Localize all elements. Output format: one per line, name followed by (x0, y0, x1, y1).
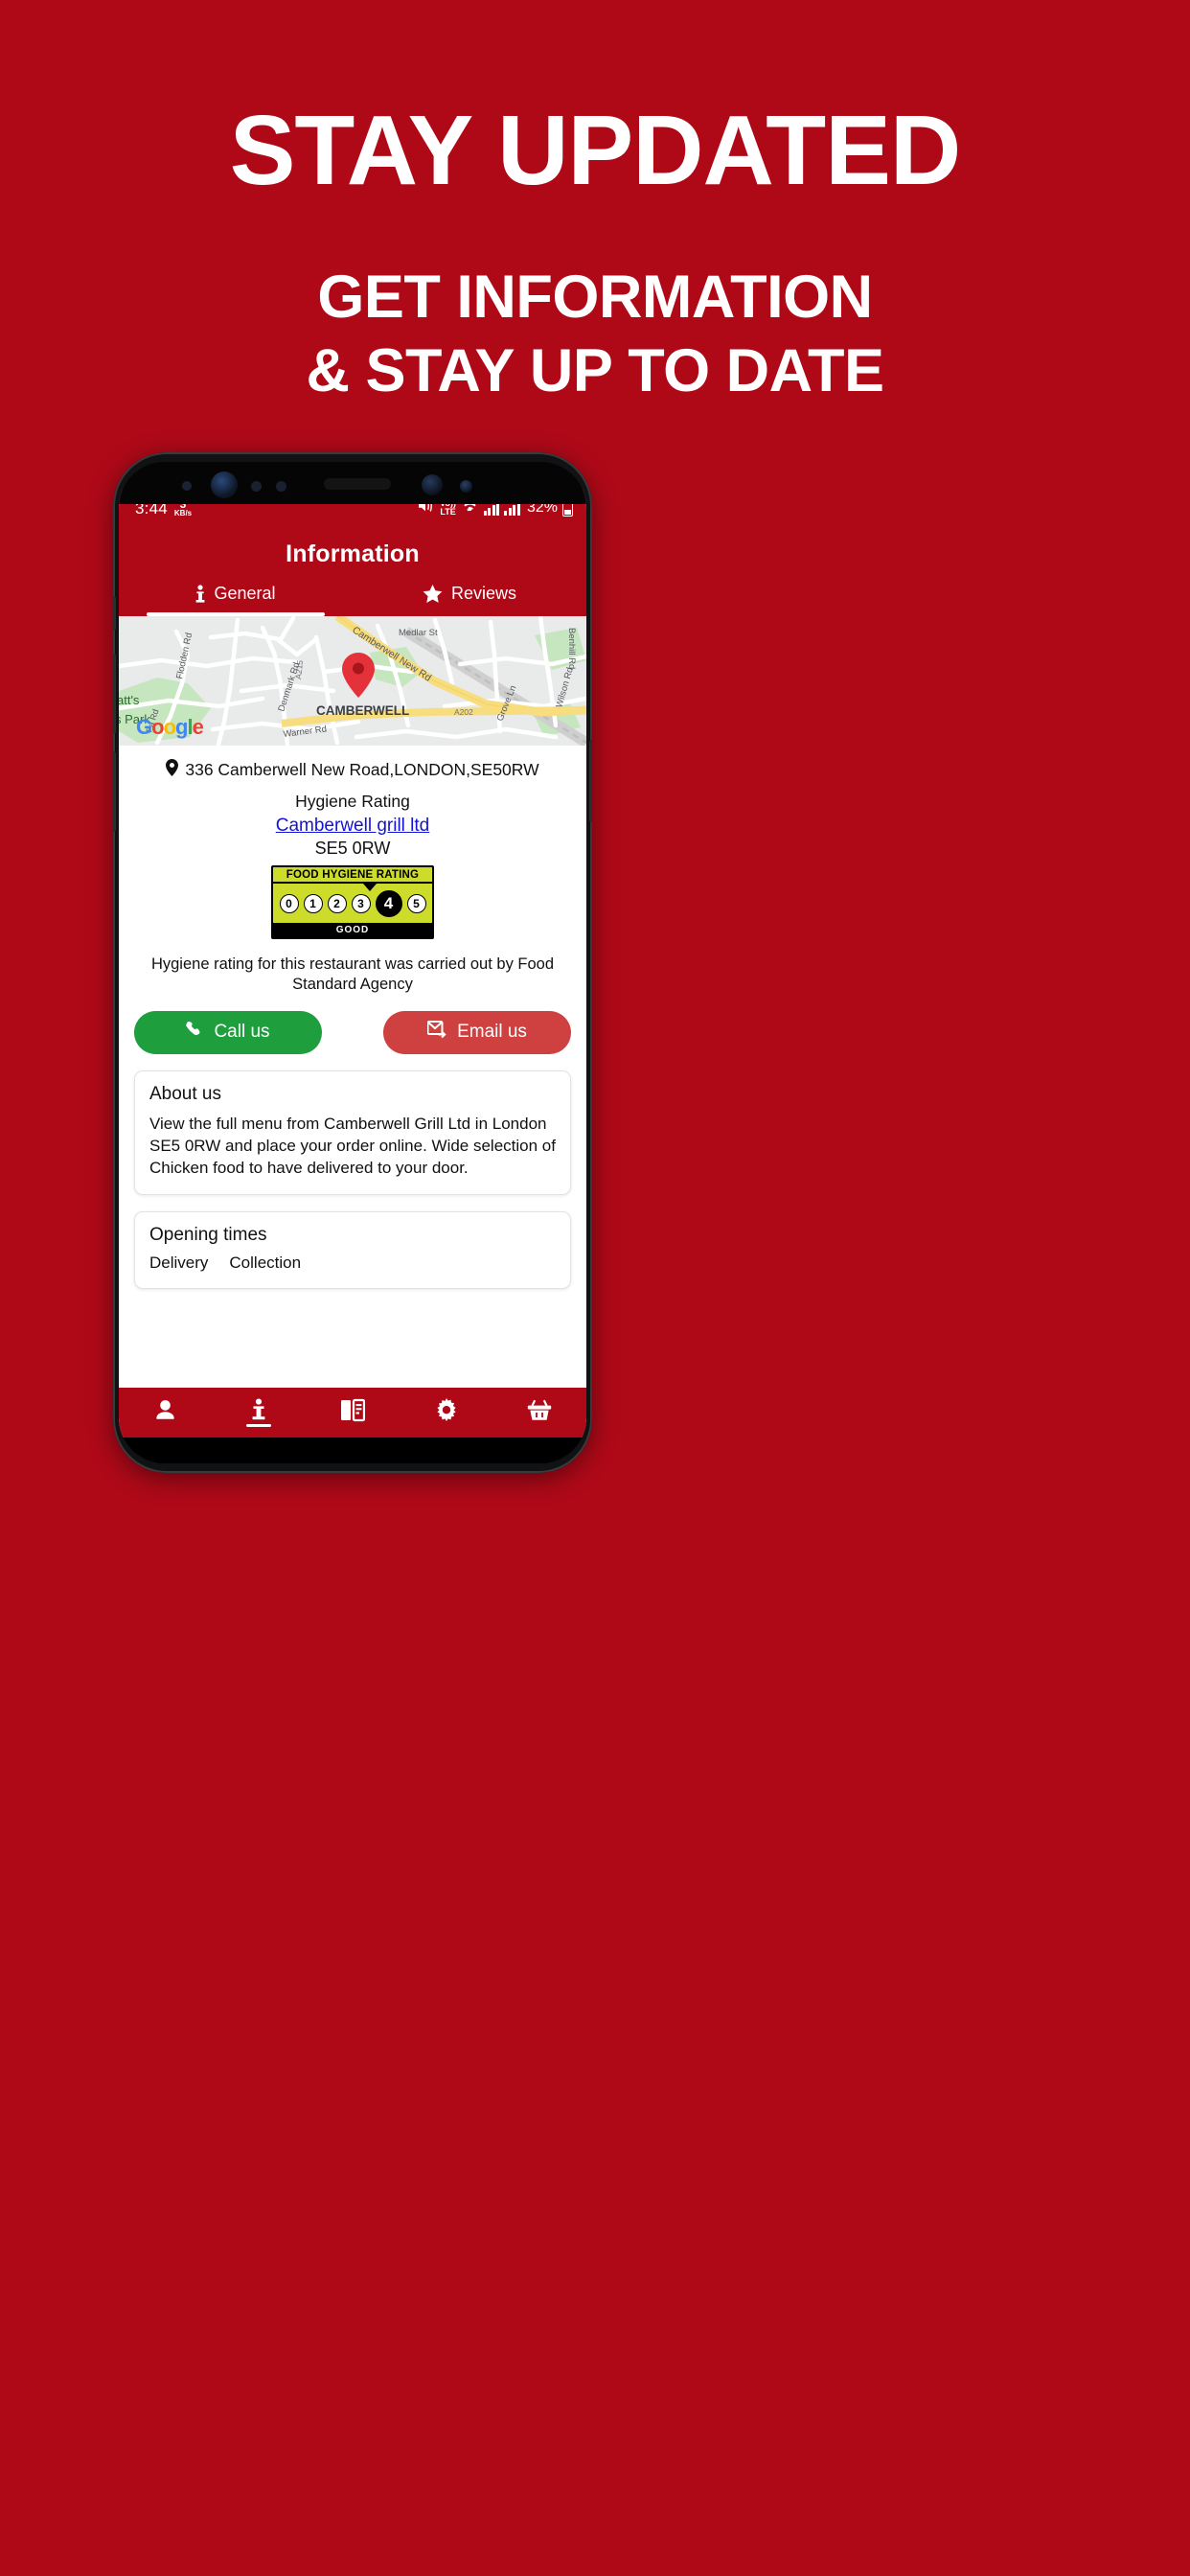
fhrs-score-5: 5 (406, 894, 426, 913)
nav-active-indicator (246, 1424, 272, 1427)
phone-button-bixby[interactable] (113, 596, 116, 631)
google-logo: Google (136, 715, 204, 739)
promo-subtitle-line-2: & STAY UP TO DATE (306, 336, 884, 404)
data-speed-unit: KB/s (173, 508, 193, 518)
menu-book-icon (340, 1398, 366, 1427)
svg-text:Benhill Rd: Benhill Rd (566, 628, 577, 669)
tab-bar: General Reviews (119, 584, 586, 616)
nav-item-settings[interactable] (400, 1388, 493, 1438)
star-icon (423, 584, 443, 604)
email-us-button[interactable]: Email us (383, 1010, 571, 1054)
tab-reviews-label: Reviews (450, 584, 517, 603)
fhrs-score-4-selected: 4 (375, 890, 402, 917)
address-row: 336 Camberwell New Road,LONDON,SE50RW (119, 746, 586, 781)
nav-item-basket[interactable] (492, 1388, 586, 1438)
nav-item-account[interactable] (119, 1388, 213, 1438)
opening-times-card: Opening times Delivery Collection (134, 1211, 571, 1290)
app-bar: Information General Reviews (119, 527, 586, 616)
info-icon (195, 584, 205, 604)
gear-icon (434, 1397, 459, 1428)
basket-icon (527, 1398, 552, 1427)
fhrs-score-0: 0 (279, 894, 299, 913)
fhrs-scores: 0 1 2 3 4 5 (273, 884, 432, 923)
fhrs-score-3: 3 (351, 894, 371, 913)
business-postcode: SE5 0RW (314, 839, 391, 858)
tab-reviews[interactable]: Reviews (353, 584, 586, 616)
promo-subtitle: GET INFORMATION & STAY UP TO DATE (0, 261, 1190, 408)
phone-mockup: 3:44 3 KB/s Vo)) LTE (113, 452, 592, 1473)
page-title: Information (286, 540, 420, 567)
tab-general[interactable]: General (119, 584, 353, 616)
business-name-link[interactable]: Camberwell grill ltd (119, 816, 586, 837)
svg-text:Medlar St: Medlar St (399, 628, 438, 638)
tab-general-label: General (214, 584, 276, 603)
about-us-body: View the full menu from Camberwell Grill… (149, 1114, 556, 1178)
sensor-icon (182, 481, 192, 491)
phone-button-volume-up[interactable] (113, 654, 116, 734)
email-us-label: Email us (457, 1022, 527, 1043)
front-camera-icon (211, 472, 238, 498)
bottom-navigation (119, 1388, 586, 1438)
fhrs-score-1: 1 (303, 894, 323, 913)
call-us-label: Call us (214, 1022, 270, 1043)
about-us-heading: About us (149, 1083, 221, 1104)
phone-top-bezel (119, 462, 586, 504)
promo-title: STAY UPDATED (229, 95, 962, 205)
hygiene-rating-label: Hygiene Rating (295, 792, 410, 811)
opening-times-heading: Opening times (149, 1225, 267, 1246)
secondary-camera-icon (422, 474, 443, 495)
earpiece-speaker-icon (324, 478, 391, 490)
fhrs-footer: GOOD (273, 923, 432, 937)
information-content: 336 Camberwell New Road,LONDON,SE50RW Hy… (119, 746, 586, 1290)
opening-tab-collection[interactable]: Collection (229, 1254, 301, 1273)
opening-tab-delivery[interactable]: Delivery (149, 1254, 208, 1273)
phone-button-volume-down[interactable] (113, 751, 116, 832)
location-pin-icon (166, 759, 179, 781)
app-screen: 3:44 3 KB/s Vo)) LTE (119, 489, 586, 1438)
phone-button-power[interactable] (589, 740, 592, 822)
opening-times-tabs: Delivery Collection (149, 1254, 556, 1273)
email-icon (426, 1020, 447, 1045)
address-text: 336 Camberwell New Road,LONDON,SE50RW (185, 760, 539, 779)
about-us-card: About us View the full menu from Camberw… (134, 1070, 571, 1196)
fhrs-score-2: 2 (327, 894, 347, 913)
svg-text:CAMBERWELL: CAMBERWELL (316, 703, 409, 718)
phone-bottom-bezel (119, 1438, 586, 1463)
phone-icon (186, 1021, 204, 1045)
person-icon (153, 1398, 177, 1427)
proximity-sensor-icon (276, 481, 286, 492)
promo-subtitle-line-1: GET INFORMATION (317, 264, 873, 331)
food-hygiene-rating-badge: FOOD HYGIENE RATING 0 1 2 3 4 5 GOOD (271, 865, 434, 939)
info-icon (252, 1398, 265, 1428)
svg-text:att's: att's (119, 693, 140, 707)
led-indicator-icon (460, 480, 472, 493)
fhrs-header: FOOD HYGIENE RATING (273, 867, 432, 884)
contact-actions: Call us Email us (119, 996, 586, 1054)
iris-sensor-icon (251, 481, 262, 492)
nav-item-menu[interactable] (306, 1388, 400, 1438)
fsa-note: Hygiene rating for this restaurant was c… (150, 955, 555, 994)
svg-text:A202: A202 (454, 707, 473, 717)
call-us-button[interactable]: Call us (134, 1010, 322, 1054)
nav-item-information[interactable] (213, 1388, 307, 1438)
map-view[interactable]: Flodden Rd Camberwell New Rd Medlar St B… (119, 616, 586, 746)
phone-screen-area: 3:44 3 KB/s Vo)) LTE (119, 462, 586, 1463)
